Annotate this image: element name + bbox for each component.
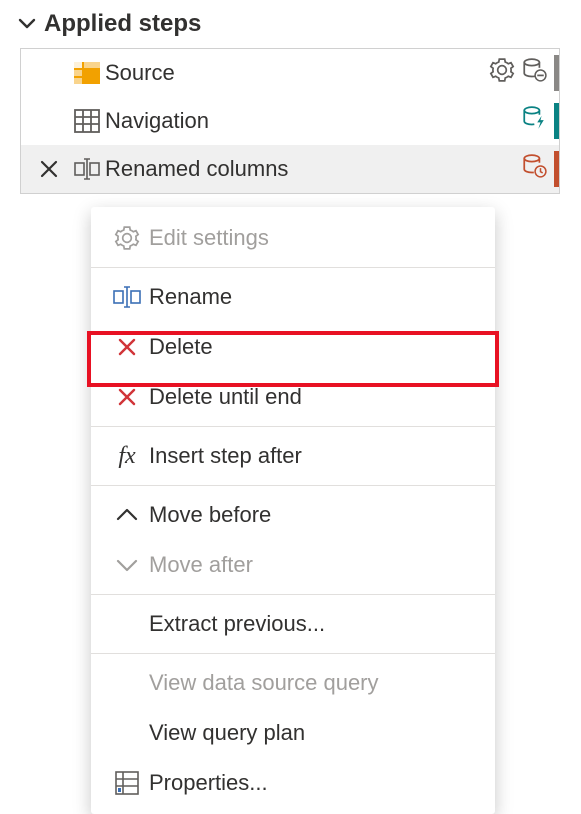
database-clock-icon <box>521 153 547 185</box>
step-row-navigation[interactable]: Navigation <box>21 97 559 145</box>
menu-item-label: Extract previous... <box>149 611 325 637</box>
properties-icon <box>105 770 149 796</box>
menu-item-label: Insert step after <box>149 443 302 469</box>
menu-item-label: Delete <box>149 334 213 360</box>
source-icon <box>69 59 105 87</box>
menu-view-query-plan[interactable]: View query plan <box>91 708 495 758</box>
step-row-source[interactable]: Source <box>21 49 559 97</box>
database-minus-icon <box>521 57 547 89</box>
menu-item-label: Move before <box>149 502 271 528</box>
close-icon <box>38 158 60 180</box>
menu-separator <box>91 653 495 654</box>
delete-x-icon <box>105 385 149 409</box>
table-icon <box>69 107 105 135</box>
menu-rename[interactable]: Rename <box>91 272 495 322</box>
chevron-down-icon <box>18 15 36 33</box>
menu-item-label: Move after <box>149 552 253 578</box>
menu-move-before[interactable]: Move before <box>91 490 495 540</box>
rename-columns-icon <box>69 155 105 183</box>
gear-icon <box>105 225 149 251</box>
step-label: Source <box>105 60 489 86</box>
context-menu: Edit settings Rename Delete <box>91 207 495 814</box>
menu-view-data-source-query: View data source query <box>91 658 495 708</box>
menu-item-label: View data source query <box>149 670 379 696</box>
menu-delete[interactable]: Delete <box>91 322 495 372</box>
menu-item-label: Properties... <box>149 770 268 796</box>
menu-separator <box>91 594 495 595</box>
chevron-up-icon <box>105 507 149 523</box>
menu-separator <box>91 485 495 486</box>
gear-icon[interactable] <box>489 57 515 89</box>
menu-move-after: Move after <box>91 540 495 590</box>
step-row-renamed-columns[interactable]: Renamed columns <box>21 145 559 193</box>
step-label: Navigation <box>105 108 521 134</box>
menu-item-label: Rename <box>149 284 232 310</box>
menu-separator <box>91 426 495 427</box>
step-accent-bar <box>554 103 559 139</box>
menu-item-label: View query plan <box>149 720 305 746</box>
delete-x-icon <box>105 335 149 359</box>
menu-separator <box>91 267 495 268</box>
menu-insert-step-after[interactable]: fx Insert step after <box>91 431 495 481</box>
applied-steps-header[interactable]: Applied steps <box>0 0 581 48</box>
menu-item-label: Delete until end <box>149 384 302 410</box>
chevron-down-icon <box>105 557 149 573</box>
fx-icon: fx <box>105 443 149 470</box>
step-label: Renamed columns <box>105 156 521 182</box>
applied-steps-title: Applied steps <box>44 10 201 38</box>
step-accent-bar <box>554 151 559 187</box>
menu-edit-settings: Edit settings <box>91 213 495 263</box>
database-lightning-icon <box>521 105 547 137</box>
step-accent-bar <box>554 55 559 91</box>
menu-delete-until-end[interactable]: Delete until end <box>91 372 495 422</box>
step-delete-button[interactable] <box>29 158 69 180</box>
applied-steps-panel: Source <box>20 48 560 194</box>
menu-item-label: Edit settings <box>149 225 269 251</box>
rename-icon <box>105 286 149 308</box>
menu-extract-previous[interactable]: Extract previous... <box>91 599 495 649</box>
